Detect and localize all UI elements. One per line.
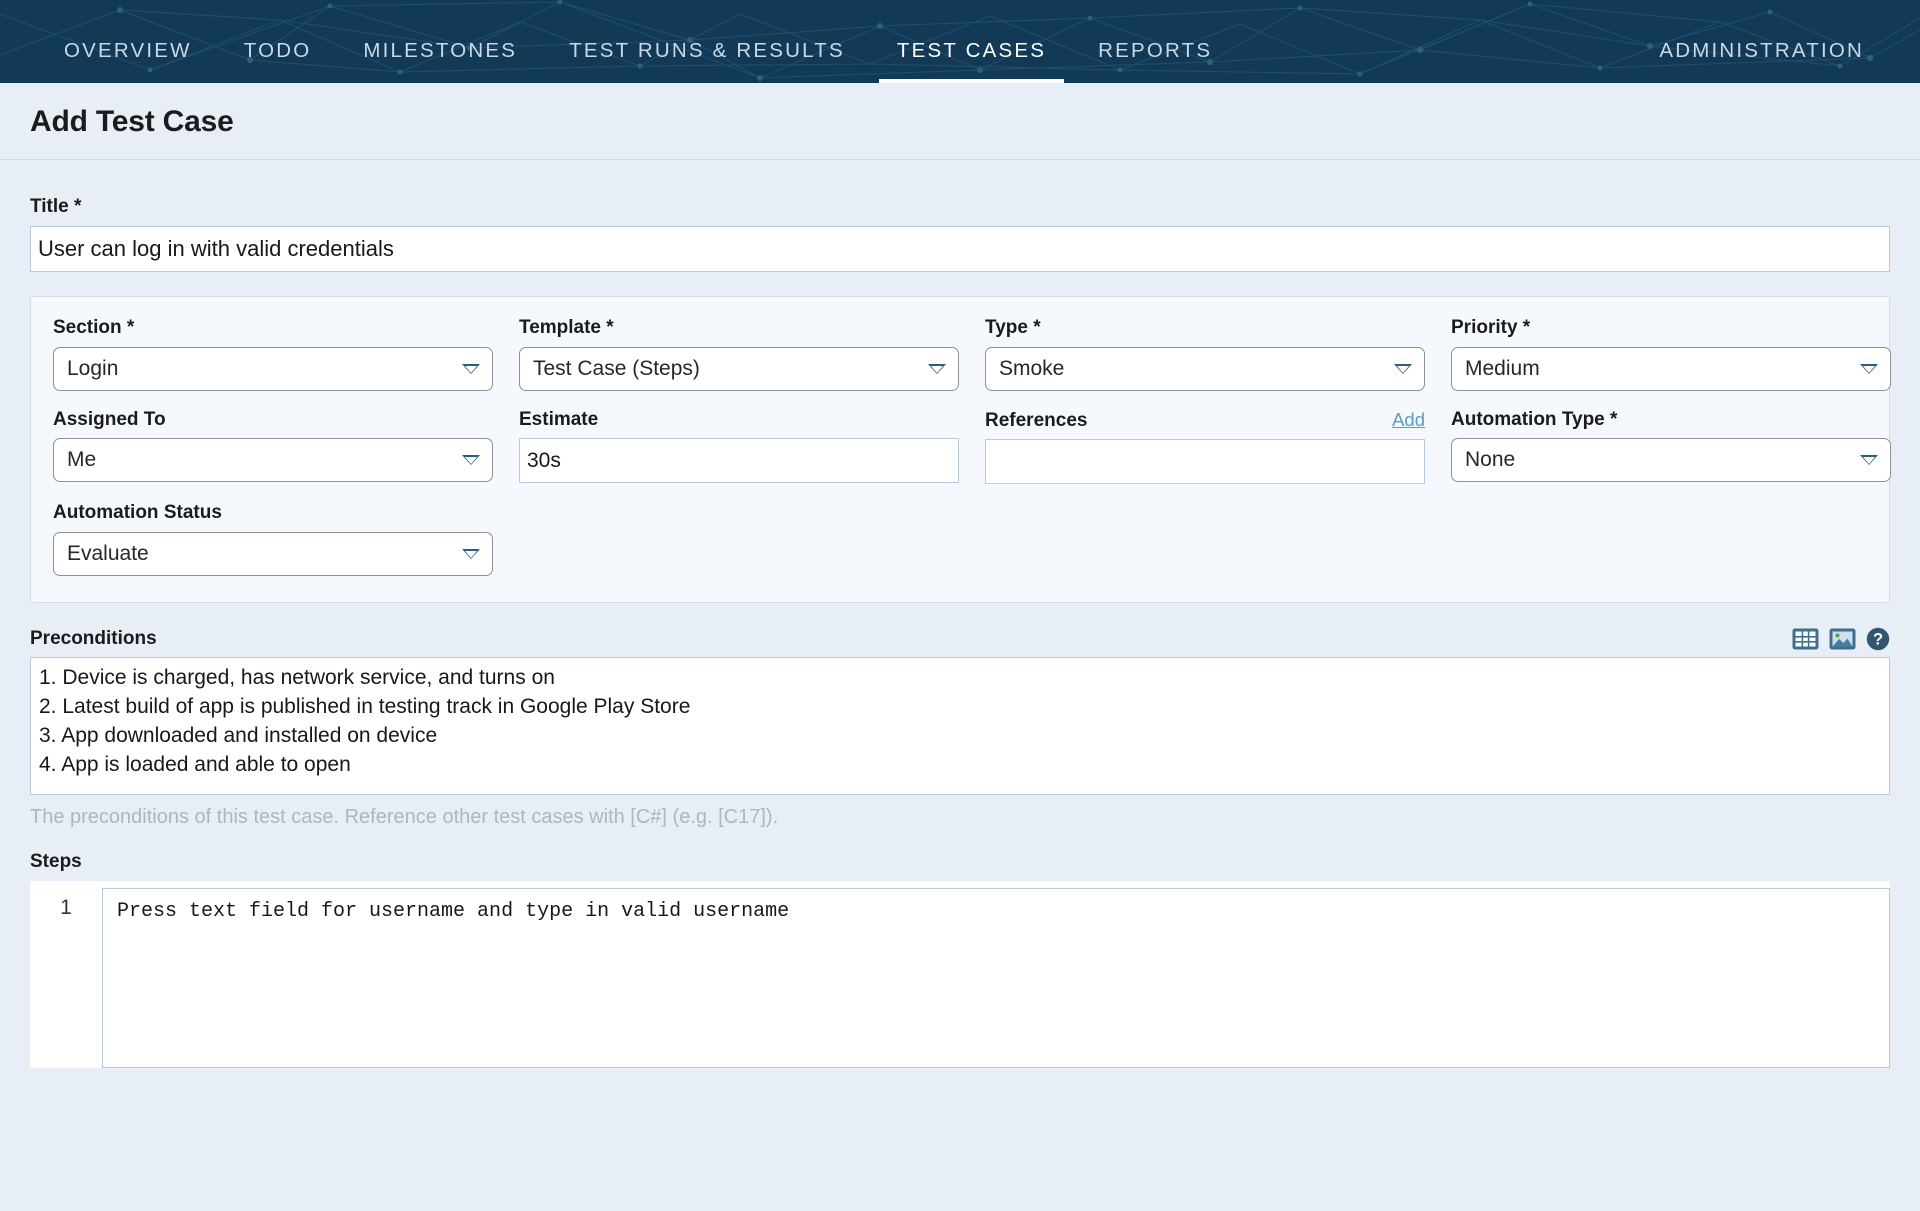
- estimate-label: Estimate: [519, 408, 599, 430]
- preconditions-label: Preconditions: [30, 627, 157, 649]
- preconditions-header: Preconditions ?: [30, 627, 1890, 651]
- steps-label: Steps: [30, 851, 82, 873]
- nav-item-test-cases[interactable]: TEST CASES: [871, 40, 1072, 84]
- preconditions-help-text: The preconditions of this test case. Ref…: [30, 806, 779, 829]
- preconditions-group: Preconditions ? 1. Device is charged, ha…: [30, 627, 1890, 829]
- automation-status-select[interactable]: Evaluate: [53, 532, 493, 577]
- priority-select[interactable]: Medium: [1451, 346, 1891, 391]
- automation-status-label: Automation Status: [53, 502, 222, 524]
- add-test-case-form: Title * Section * Login Template * Test …: [0, 160, 1920, 1211]
- chevron-down-icon: [1860, 363, 1878, 374]
- steps-group: Steps 1 Press text field for username an…: [30, 851, 1890, 1068]
- template-field-group: Template * Test Case (Steps): [519, 317, 959, 391]
- priority-field-group: Priority * Medium: [1451, 317, 1891, 391]
- template-select[interactable]: Test Case (Steps): [519, 346, 959, 391]
- page-title: Add Test Case: [30, 105, 234, 138]
- step-text-input[interactable]: Press text field for username and type i…: [102, 887, 1890, 1068]
- chevron-down-icon: [928, 363, 946, 374]
- nav-item-milestones[interactable]: MILESTONES: [337, 40, 543, 84]
- attributes-row-1: Section * Login Template * Test Case (St…: [53, 317, 1891, 391]
- section-select-value: Login: [67, 356, 119, 380]
- assigned-to-select-value: Me: [67, 448, 97, 472]
- references-label-row: References Add: [985, 409, 1425, 433]
- section-field-group: Section * Login: [53, 317, 493, 391]
- template-select-value: Test Case (Steps): [533, 356, 700, 380]
- page-header: Add Test Case: [0, 83, 1920, 160]
- preconditions-toolbar: ?: [1792, 627, 1890, 651]
- nav-item-reports[interactable]: REPORTS: [1072, 40, 1238, 84]
- nav-secondary-items: ADMINISTRATION: [1633, 0, 1890, 83]
- estimate-input[interactable]: [519, 438, 959, 484]
- nav-item-administration[interactable]: ADMINISTRATION: [1633, 40, 1890, 84]
- nav-item-test-runs-results[interactable]: TEST RUNS & RESULTS: [543, 40, 871, 84]
- title-label: Title *: [30, 196, 82, 217]
- steps-table: 1 Press text field for username and type…: [30, 880, 1890, 1068]
- table-icon[interactable]: [1792, 628, 1819, 650]
- section-label: Section *: [53, 316, 135, 338]
- chevron-down-icon: [462, 455, 480, 466]
- type-select[interactable]: Smoke: [985, 346, 1425, 391]
- type-select-value: Smoke: [999, 356, 1065, 380]
- help-icon[interactable]: ?: [1866, 627, 1890, 651]
- priority-label: Priority *: [1451, 316, 1531, 338]
- references-input[interactable]: [985, 439, 1425, 485]
- chevron-down-icon: [462, 549, 480, 560]
- automation-status-field-group: Automation Status Evaluate: [53, 502, 493, 577]
- image-icon[interactable]: [1829, 628, 1856, 650]
- attributes-row-2: Assigned To Me Estimate References Add A…: [53, 409, 1891, 485]
- priority-select-value: Medium: [1465, 356, 1540, 380]
- type-field-group: Type * Smoke: [985, 317, 1425, 391]
- attributes-panel: Section * Login Template * Test Case (St…: [30, 295, 1891, 604]
- step-number: 1: [30, 881, 102, 1068]
- chevron-down-icon: [1394, 363, 1412, 374]
- type-label: Type *: [985, 316, 1041, 338]
- automation-type-field-group: Automation Type * None: [1451, 409, 1891, 485]
- title-field-group: Title *: [30, 160, 1890, 272]
- chevron-down-icon: [1860, 455, 1878, 466]
- nav-primary-items: OVERVIEW TODO MILESTONES TEST RUNS & RES…: [38, 0, 1238, 83]
- nav-item-overview[interactable]: OVERVIEW: [38, 40, 218, 84]
- title-input[interactable]: [30, 225, 1890, 272]
- references-field-group: References Add: [985, 409, 1425, 485]
- template-label: Template *: [519, 316, 614, 338]
- automation-type-label: Automation Type *: [1451, 408, 1618, 430]
- svg-text:?: ?: [1873, 631, 1883, 649]
- estimate-field-group: Estimate: [519, 409, 959, 485]
- page-scrollbar[interactable]: [1908, 160, 1920, 1211]
- top-navigation-bar: OVERVIEW TODO MILESTONES TEST RUNS & RES…: [0, 0, 1920, 83]
- assigned-to-select[interactable]: Me: [53, 438, 493, 483]
- automation-type-select[interactable]: None: [1451, 438, 1891, 483]
- preconditions-textarea[interactable]: 1. Device is charged, has network servic…: [30, 657, 1890, 796]
- section-select[interactable]: Login: [53, 346, 493, 391]
- step-body: Press text field for username and type i…: [102, 882, 1890, 1068]
- assigned-to-label: Assigned To: [53, 408, 166, 430]
- assigned-to-field-group: Assigned To Me: [53, 409, 493, 485]
- nav-item-todo[interactable]: TODO: [218, 40, 338, 84]
- attributes-row-3: Automation Status Evaluate: [53, 502, 1867, 577]
- chevron-down-icon: [462, 363, 480, 374]
- references-label: References: [985, 409, 1088, 431]
- references-add-link[interactable]: Add: [1392, 409, 1425, 431]
- automation-status-select-value: Evaluate: [67, 542, 149, 566]
- automation-type-select-value: None: [1465, 448, 1516, 472]
